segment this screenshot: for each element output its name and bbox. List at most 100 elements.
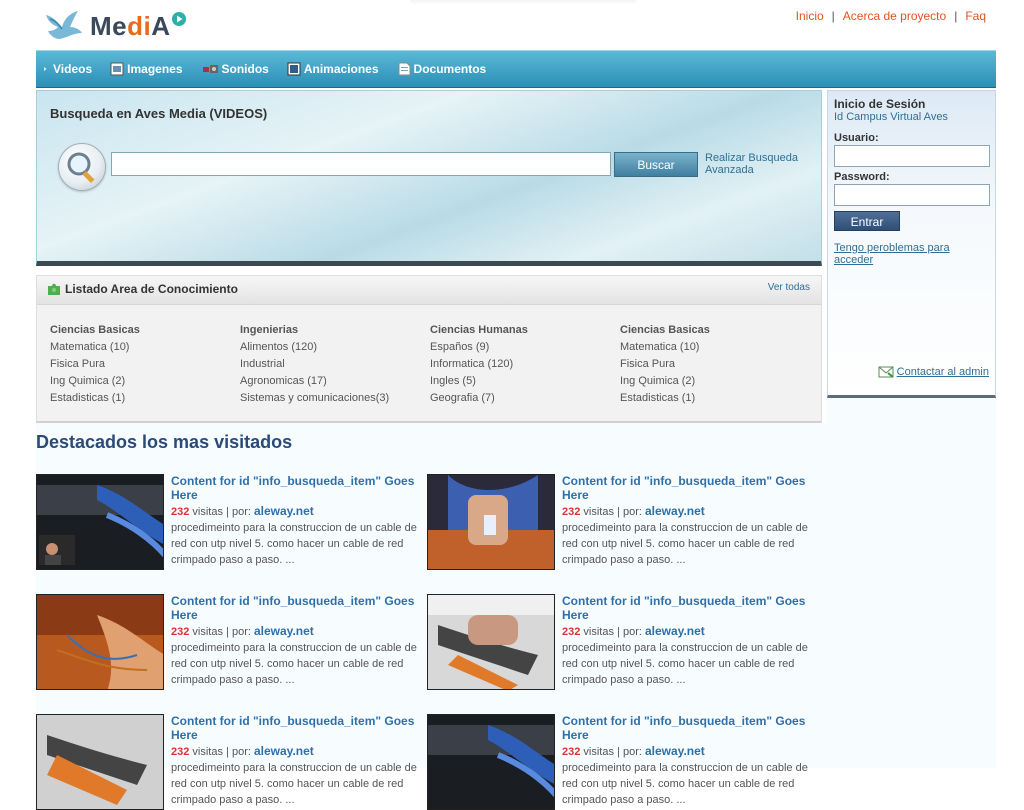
- visit-count: 232: [171, 506, 190, 518]
- video-description: procedimeinto para la construccion de un…: [171, 522, 417, 566]
- username-field[interactable]: [834, 145, 990, 167]
- author-link[interactable]: aleway.net: [645, 624, 705, 638]
- animation-icon: [287, 62, 301, 76]
- area-item[interactable]: Ingles (5): [430, 373, 528, 390]
- visits-label: visitas | por:: [583, 626, 642, 638]
- password-field[interactable]: [834, 184, 990, 206]
- video-title-link[interactable]: Content for id "info_busqueda_item" Goes…: [171, 474, 419, 502]
- site-logo[interactable]: MediA: [44, 8, 186, 44]
- search-button[interactable]: Buscar: [614, 152, 698, 177]
- visits-label: visitas | por:: [192, 506, 251, 518]
- area-column: Ciencias Basicas Matematica (10) Fisica …: [50, 322, 140, 407]
- video-thumbnail[interactable]: [36, 474, 164, 570]
- area-column-heading[interactable]: Ingenierias: [240, 322, 389, 339]
- magnifier-icon: [58, 143, 106, 191]
- video-info: Content for id "info_busqueda_item" Goes…: [171, 474, 419, 568]
- see-all-link[interactable]: Ver todas: [768, 282, 810, 293]
- video-info: Content for id "info_busqueda_item" Goes…: [562, 714, 810, 808]
- nav-label: Documentos: [413, 62, 487, 76]
- video-info: Content for id "info_busqueda_item" Goes…: [562, 474, 810, 568]
- area-column-heading[interactable]: Ciencias Basicas: [50, 322, 140, 339]
- area-item[interactable]: Matematica (10): [620, 339, 710, 356]
- link-acerca[interactable]: Acerca de proyecto: [843, 9, 946, 23]
- link-faq[interactable]: Faq: [965, 9, 986, 23]
- area-column-heading[interactable]: Ciencias Basicas: [620, 322, 710, 339]
- area-item[interactable]: Alimentos (120): [240, 339, 389, 356]
- area-item[interactable]: Geografia (7): [430, 390, 528, 407]
- login-panel: Inicio de Sesión Id Campus Virtual Aves …: [827, 90, 996, 398]
- login-subtitle: Id Campus Virtual Aves: [834, 111, 948, 123]
- top-decoration: [410, 0, 636, 5]
- area-item[interactable]: Fisica Pura: [50, 356, 140, 373]
- visits-label: visitas | por:: [192, 746, 251, 758]
- knowledge-area-title: Listado Area de Conocimiento: [65, 282, 238, 296]
- video-title-link[interactable]: Content for id "info_busqueda_item" Goes…: [562, 594, 810, 622]
- video-thumbnail[interactable]: [36, 714, 164, 810]
- area-item[interactable]: Agronomicas (17): [240, 373, 389, 390]
- visit-count: 232: [171, 746, 190, 758]
- nav-item-animaciones[interactable]: Animaciones: [287, 62, 379, 76]
- video-title-link[interactable]: Content for id "info_busqueda_item" Goes…: [562, 714, 810, 742]
- video-thumbnail[interactable]: [427, 594, 555, 690]
- login-problem-link[interactable]: Tengo peroblemas para acceder: [834, 242, 974, 266]
- nav-item-documentos[interactable]: Documentos: [397, 62, 487, 76]
- area-item[interactable]: Ing Quimica (2): [50, 373, 140, 390]
- author-link[interactable]: aleway.net: [254, 624, 314, 638]
- author-link[interactable]: aleway.net: [254, 744, 314, 758]
- video-title-link[interactable]: Content for id "info_busqueda_item" Goes…: [171, 594, 419, 622]
- area-column: Ciencias Basicas Matematica (10) Fisica …: [620, 322, 710, 407]
- video-info: Content for id "info_busqueda_item" Goes…: [171, 594, 419, 688]
- video-description: procedimeinto para la construccion de un…: [171, 642, 417, 686]
- separator: |: [954, 9, 958, 23]
- advanced-search-link[interactable]: Realizar Busqueda Avanzada: [705, 152, 815, 176]
- nav-item-videos[interactable]: Videos: [44, 62, 92, 76]
- logo-play-icon: [171, 12, 186, 26]
- author-link[interactable]: aleway.net: [254, 504, 314, 518]
- video-info: Content for id "info_busqueda_item" Goes…: [171, 714, 419, 808]
- area-column-heading[interactable]: Ciencias Humanas: [430, 322, 528, 339]
- video-title-link[interactable]: Content for id "info_busqueda_item" Goes…: [171, 714, 419, 742]
- contact-admin-label: Contactar al admin: [896, 366, 989, 378]
- area-item[interactable]: Ing Quimica (2): [620, 373, 710, 390]
- contact-admin-link[interactable]: Contactar al admin: [878, 366, 989, 378]
- area-item[interactable]: Estadisticas (1): [50, 390, 140, 407]
- video-meta: 232 visitas | por: aleway.net: [562, 504, 810, 518]
- video-thumbnail[interactable]: [36, 594, 164, 690]
- featured-title: Destacados los mas visitados: [36, 432, 293, 452]
- visit-count: 232: [562, 626, 581, 638]
- author-link[interactable]: aleway.net: [645, 504, 705, 518]
- video-card: Content for id "info_busqueda_item" Goes…: [427, 714, 810, 810]
- video-thumbnail[interactable]: [427, 714, 555, 810]
- area-item[interactable]: Sistemas y comunicaciones(3): [240, 390, 389, 407]
- top-links: Inicio | Acerca de proyecto | Faq: [796, 9, 986, 23]
- video-info: Content for id "info_busqueda_item" Goes…: [562, 594, 810, 688]
- video-card: Content for id "info_busqueda_item" Goes…: [427, 474, 810, 570]
- image-icon: [110, 62, 124, 76]
- link-inicio[interactable]: Inicio: [796, 9, 824, 23]
- video-meta: 232 visitas | por: aleway.net: [562, 744, 810, 758]
- video-card: Content for id "info_busqueda_item" Goes…: [427, 594, 810, 690]
- area-column: Ciencias Humanas Españos (9) Informatica…: [430, 322, 528, 407]
- area-item[interactable]: Españos (9): [430, 339, 528, 356]
- video-thumbnail[interactable]: [427, 474, 555, 570]
- visits-label: visitas | por:: [583, 506, 642, 518]
- search-input[interactable]: [111, 152, 611, 176]
- area-item[interactable]: Estadisticas (1): [620, 390, 710, 407]
- area-item[interactable]: Fisica Pura: [620, 356, 710, 373]
- login-button[interactable]: Entrar: [834, 211, 900, 231]
- area-item[interactable]: Informatica (120): [430, 356, 528, 373]
- author-link[interactable]: aleway.net: [645, 744, 705, 758]
- nav-item-sonidos[interactable]: Sonidos: [201, 62, 269, 76]
- area-item[interactable]: Matematica (10): [50, 339, 140, 356]
- play-icon: [44, 66, 47, 72]
- page: MediA Inicio | Acerca de proyecto | Faq Vide…: [36, 0, 996, 810]
- video-title-link[interactable]: Content for id "info_busqueda_item" Goes…: [562, 474, 810, 502]
- video-meta: 232 visitas | por: aleway.net: [171, 744, 419, 758]
- nav-label: Videos: [53, 62, 93, 76]
- nav-item-imagenes[interactable]: Imagenes: [110, 62, 183, 76]
- area-item[interactable]: Industrial: [240, 356, 389, 373]
- knowledge-area-panel: Listado Area de Conocimiento Ver todas C…: [36, 275, 822, 423]
- bird-logo-icon: [46, 11, 82, 39]
- area-column: Ingenierias Alimentos (120) Industrial A…: [240, 322, 389, 407]
- video-card: Content for id "info_busqueda_item" Goes…: [36, 714, 419, 810]
